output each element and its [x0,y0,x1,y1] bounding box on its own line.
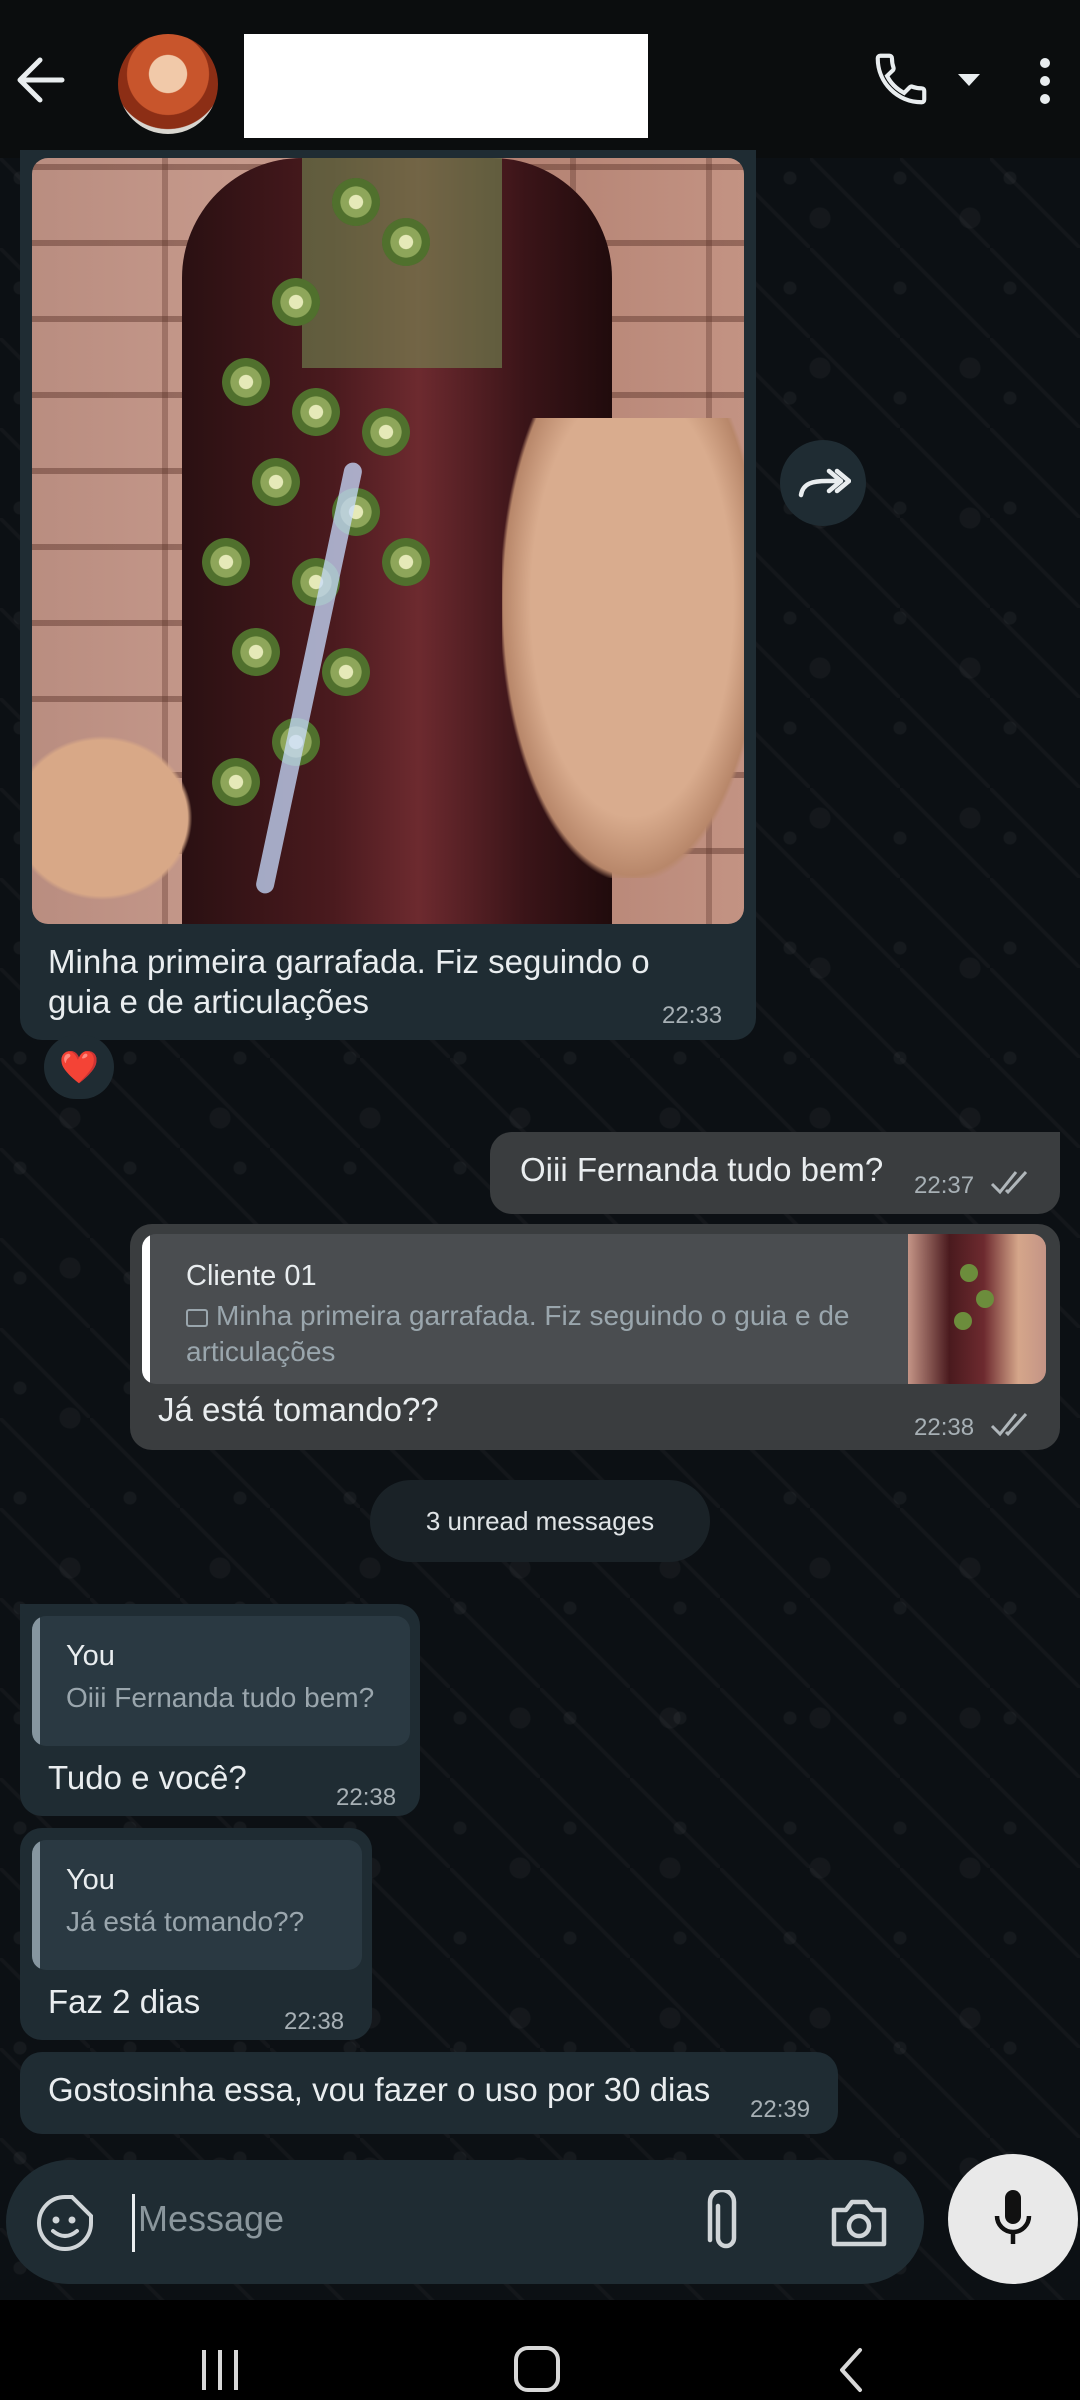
photo-okra [322,648,370,696]
forward-icon [798,468,851,498]
message-text: Faz 2 dias [48,1983,201,2020]
home-icon[interactable] [514,2346,560,2392]
outgoing-reply-message[interactable]: Cliente 01 Minha primeira garrafada. Fiz… [130,1224,1060,1450]
message-text: Tudo e você? [48,1759,247,1796]
phone-icon[interactable] [870,48,932,110]
quoted-text: Já está tomando?? [66,1906,305,1937]
photo-okra [202,538,250,586]
quoted-sender: You [66,1640,115,1672]
recent-apps-icon[interactable] [196,2348,244,2392]
mic-icon [988,2188,1038,2250]
incoming-message[interactable]: Gostosinha essa, vou fazer o uso por 30 … [20,2052,838,2134]
nav-back-icon[interactable] [836,2346,866,2394]
quoted-text: Minha primeira garrafada. Fiz seguindo o… [186,1298,886,1370]
back-arrow-icon[interactable] [14,40,70,120]
quoted-message[interactable]: You Já está tomando?? [32,1840,362,1970]
quote-bar [32,1616,40,1746]
image-icon [186,1308,208,1327]
heart-reaction[interactable]: ❤️ [44,1035,114,1099]
heart-icon: ❤️ [59,1049,99,1085]
photo-okra [222,358,270,406]
message-time: 22:33 [662,1002,723,1029]
quoted-thumbnail [908,1234,1046,1384]
chat-header [0,0,1080,158]
image-caption: Minha primeira garrafada. Fiz seguindo o… [48,943,659,1020]
message-text: Já está tomando?? [158,1391,439,1428]
photo-hand [32,718,212,918]
camera-icon[interactable] [828,2194,890,2252]
emoji-sticker-icon[interactable] [34,2192,96,2254]
photo-okra [362,408,410,456]
read-ticks-icon [990,1412,1028,1437]
message-input[interactable]: Message [138,2198,284,2240]
unread-messages-banner: 3 unread messages [370,1480,710,1562]
message-time: 22:38 [914,1414,975,1441]
message-text: Oiii Fernanda tudo bem? [520,1151,884,1188]
caret-down-icon[interactable] [956,72,982,88]
message-time: 22:39 [750,2096,811,2123]
photo-okra [332,178,380,226]
message-text: Gostosinha essa, vou fazer o uso por 30 … [48,2071,711,2108]
read-ticks-icon [990,1170,1028,1195]
quoted-sender: Cliente 01 [186,1260,317,1292]
more-vert-icon[interactable] [1036,56,1054,106]
attach-clip-icon[interactable] [696,2187,756,2256]
photo-okra [292,388,340,436]
quoted-text: Oiii Fernanda tudo bem? [66,1682,375,1713]
photo-okra [232,628,280,676]
photo-okra [212,758,260,806]
message-composer: Message [6,2160,924,2284]
message-time: 22:38 [284,2008,345,2035]
quoted-message[interactable]: You Oiii Fernanda tudo bem? [32,1616,410,1746]
voice-message-button[interactable] [948,2154,1078,2284]
outgoing-message[interactable]: Oiii Fernanda tudo bem? 22:37 [490,1132,1060,1214]
quote-bar [142,1234,150,1384]
contact-name[interactable] [244,34,648,138]
text-cursor [132,2194,135,2252]
photo-okra [382,538,430,586]
message-time: 22:37 [914,1172,975,1199]
incoming-reply-message[interactable]: You Já está tomando?? Faz 2 dias 22:38 [20,1828,372,2040]
quoted-message[interactable]: Cliente 01 Minha primeira garrafada. Fiz… [142,1234,1046,1384]
forward-button[interactable] [780,440,866,526]
quoted-text-content: Minha primeira garrafada. Fiz seguindo o… [186,1300,850,1367]
photo-okra [272,278,320,326]
photo-okra [252,458,300,506]
contact-avatar[interactable] [118,34,218,134]
message-photo[interactable] [32,158,744,924]
message-time: 22:38 [336,1784,397,1811]
quoted-sender: You [66,1864,115,1896]
photo-hand [502,418,744,878]
incoming-reply-message[interactable]: You Oiii Fernanda tudo bem? Tudo e você?… [20,1604,420,1816]
photo-okra [382,218,430,266]
quote-bar [32,1840,40,1970]
